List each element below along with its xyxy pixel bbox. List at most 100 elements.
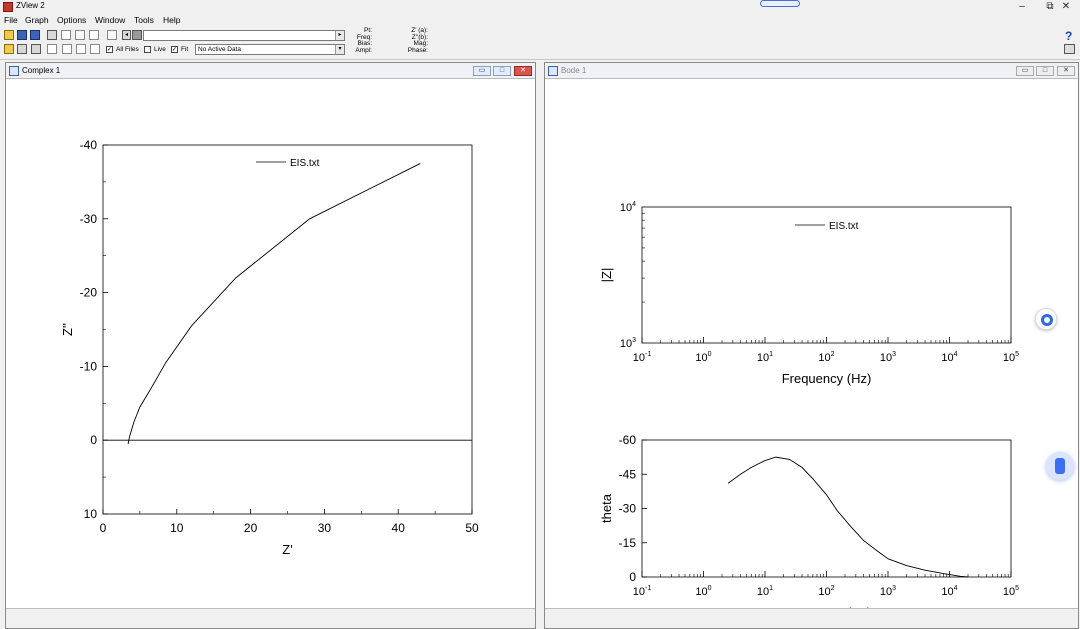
fit-icon[interactable] bbox=[47, 44, 57, 54]
phase-series-line bbox=[727, 456, 969, 578]
y-tick-label: -60 bbox=[619, 433, 637, 447]
y-tick-label: -40 bbox=[80, 138, 98, 152]
complex-minimize-button[interactable]: ▭ bbox=[473, 66, 491, 76]
scroll-right-icon[interactable]: ▸ bbox=[335, 31, 344, 40]
graph-window-icon bbox=[548, 66, 558, 76]
complex-maximize-button[interactable]: □ bbox=[493, 66, 511, 76]
complex-window-header[interactable]: Complex 1 ▭ □ ✕ bbox=[6, 63, 535, 79]
save-all-icon[interactable] bbox=[30, 30, 40, 40]
bode-window[interactable]: Bode 1 ▭ □ ✕ 10-1 100 101 102 103 104 105 Frequ… bbox=[544, 62, 1079, 629]
y-tick-label: 0 bbox=[629, 570, 636, 584]
phase-label: Phase: bbox=[407, 46, 428, 54]
data-scrollbar[interactable] bbox=[143, 30, 345, 41]
y-tick-label: -30 bbox=[619, 502, 637, 516]
x-axis-label: Frequency (Hz) bbox=[782, 371, 872, 386]
x-tick-label: 30 bbox=[318, 521, 332, 535]
complex-window-footer bbox=[6, 608, 535, 628]
y-axis-label: Z'' bbox=[60, 323, 75, 336]
close-button[interactable]: ✕ bbox=[1052, 0, 1080, 14]
zoom-in-icon[interactable] bbox=[75, 30, 85, 40]
app-icon bbox=[3, 2, 13, 12]
zoom-icon[interactable] bbox=[61, 30, 71, 40]
phase-frame bbox=[641, 439, 1012, 578]
help-icon[interactable]: ? bbox=[1065, 29, 1072, 43]
bode-window-footer bbox=[545, 608, 1078, 628]
context-help-icon[interactable] bbox=[1064, 44, 1075, 54]
y-tick-label: -10 bbox=[80, 359, 98, 373]
notification-pill[interactable] bbox=[760, 0, 800, 7]
active-data-select[interactable]: No Active Data bbox=[195, 44, 345, 55]
plot-frame bbox=[102, 144, 473, 515]
info-labels-right: Z' (a): Z''(b): Mag: Phase: bbox=[396, 27, 428, 54]
x-tick-label: 100 bbox=[695, 351, 711, 364]
y-tick-label: -15 bbox=[619, 536, 637, 550]
print-icon[interactable] bbox=[47, 30, 57, 40]
menu-tools[interactable]: Tools bbox=[134, 15, 154, 25]
complex-plot[interactable]: 0 10 20 30 40 50-40-30-20-10010Z'Z''EIS.txt bbox=[6, 80, 535, 609]
eis-series-line bbox=[127, 163, 421, 444]
y-tick-label: -45 bbox=[619, 467, 637, 481]
all-files-checkbox[interactable]: ✓ bbox=[106, 46, 113, 53]
chevron-down-icon[interactable]: ▾ bbox=[335, 45, 344, 54]
assistant-icon[interactable] bbox=[1046, 452, 1074, 480]
open-folder-icon[interactable] bbox=[4, 30, 14, 40]
x-tick-label: 10-1 bbox=[633, 585, 652, 598]
zoom-out-icon[interactable] bbox=[89, 30, 99, 40]
x-tick-label: 102 bbox=[818, 351, 834, 364]
x-tick-label: 102 bbox=[818, 585, 834, 598]
x-tick-label: 50 bbox=[465, 521, 479, 535]
menu-graph[interactable]: Graph bbox=[25, 15, 49, 25]
y-tick-label: 104 bbox=[620, 201, 636, 214]
magnify-minus-icon[interactable] bbox=[90, 44, 100, 54]
x-tick-label: 10 bbox=[170, 521, 184, 535]
x-tick-label: 101 bbox=[757, 351, 773, 364]
data-view-icon[interactable] bbox=[31, 44, 41, 54]
info-labels-left: Pt: Freq: Bias: Ampl: bbox=[345, 27, 372, 54]
graph-window-icon bbox=[9, 66, 19, 76]
x-tick-label: 103 bbox=[880, 585, 896, 598]
live-checkbox[interactable] bbox=[144, 46, 151, 53]
x-tick-label: 104 bbox=[941, 351, 957, 364]
bode-maximize-button[interactable]: □ bbox=[1036, 66, 1054, 76]
menu-options[interactable]: Options bbox=[57, 15, 86, 25]
x-tick-label: 105 bbox=[1003, 585, 1019, 598]
menu-bar: File Graph Options Window Tools Help bbox=[0, 14, 1080, 27]
open-file-icon[interactable] bbox=[4, 44, 14, 54]
menu-file[interactable]: File bbox=[4, 15, 18, 25]
magnify-icon[interactable] bbox=[62, 44, 72, 54]
all-files-label: All Files bbox=[116, 46, 139, 53]
y-axis-label: theta bbox=[599, 493, 614, 523]
bode-plot[interactable]: 10-1 100 101 102 103 104 105 Frequency (Hz) 104 1… bbox=[545, 80, 1078, 609]
scroll-left-icon[interactable]: ◂ bbox=[122, 30, 131, 40]
magnify-plus-icon[interactable] bbox=[76, 44, 86, 54]
x-tick-label: 40 bbox=[392, 521, 406, 535]
y-tick-label: 103 bbox=[620, 337, 636, 350]
x-axis-label: Z' bbox=[282, 542, 292, 557]
minimize-button[interactable]: – bbox=[1008, 0, 1036, 14]
x-tick-label: 104 bbox=[941, 585, 957, 598]
live-label: Live bbox=[154, 46, 166, 53]
x-tick-label: 100 bbox=[695, 585, 711, 598]
spreadsheet-icon[interactable] bbox=[17, 44, 27, 54]
x-tick-label: 101 bbox=[757, 585, 773, 598]
cursor-tool-icon[interactable] bbox=[107, 30, 117, 40]
save-icon[interactable] bbox=[17, 30, 27, 40]
y-tick-label: -20 bbox=[80, 286, 98, 300]
bode-window-header[interactable]: Bode 1 ▭ □ ✕ bbox=[545, 63, 1078, 79]
x-tick-label: 0 bbox=[100, 521, 107, 535]
bode-close-button[interactable]: ✕ bbox=[1057, 66, 1075, 76]
fit-checkbox[interactable]: ✓ bbox=[171, 46, 178, 53]
active-data-value: No Active Data bbox=[198, 46, 241, 53]
scroll-thumb[interactable] bbox=[132, 30, 142, 40]
fit-label: Fit bbox=[181, 46, 189, 53]
record-icon[interactable] bbox=[1035, 308, 1057, 330]
legend-label: EIS.txt bbox=[829, 221, 859, 232]
menu-window[interactable]: Window bbox=[95, 15, 125, 25]
complex-close-button[interactable]: ✕ bbox=[514, 66, 532, 76]
complex-window[interactable]: Complex 1 ▭ □ ✕ 0 10 20 30 40 50 -40 -30 -20 -10 0… bbox=[5, 62, 536, 629]
menu-help[interactable]: Help bbox=[163, 15, 180, 25]
bode-minimize-button[interactable]: ▭ bbox=[1016, 66, 1034, 76]
y-tick-label: -30 bbox=[80, 212, 98, 226]
y-tick-label: 10 bbox=[84, 507, 98, 521]
toolbar: ◂ ▸ ✓ All Files Live ✓ Fit No Active Dat… bbox=[0, 27, 1080, 60]
